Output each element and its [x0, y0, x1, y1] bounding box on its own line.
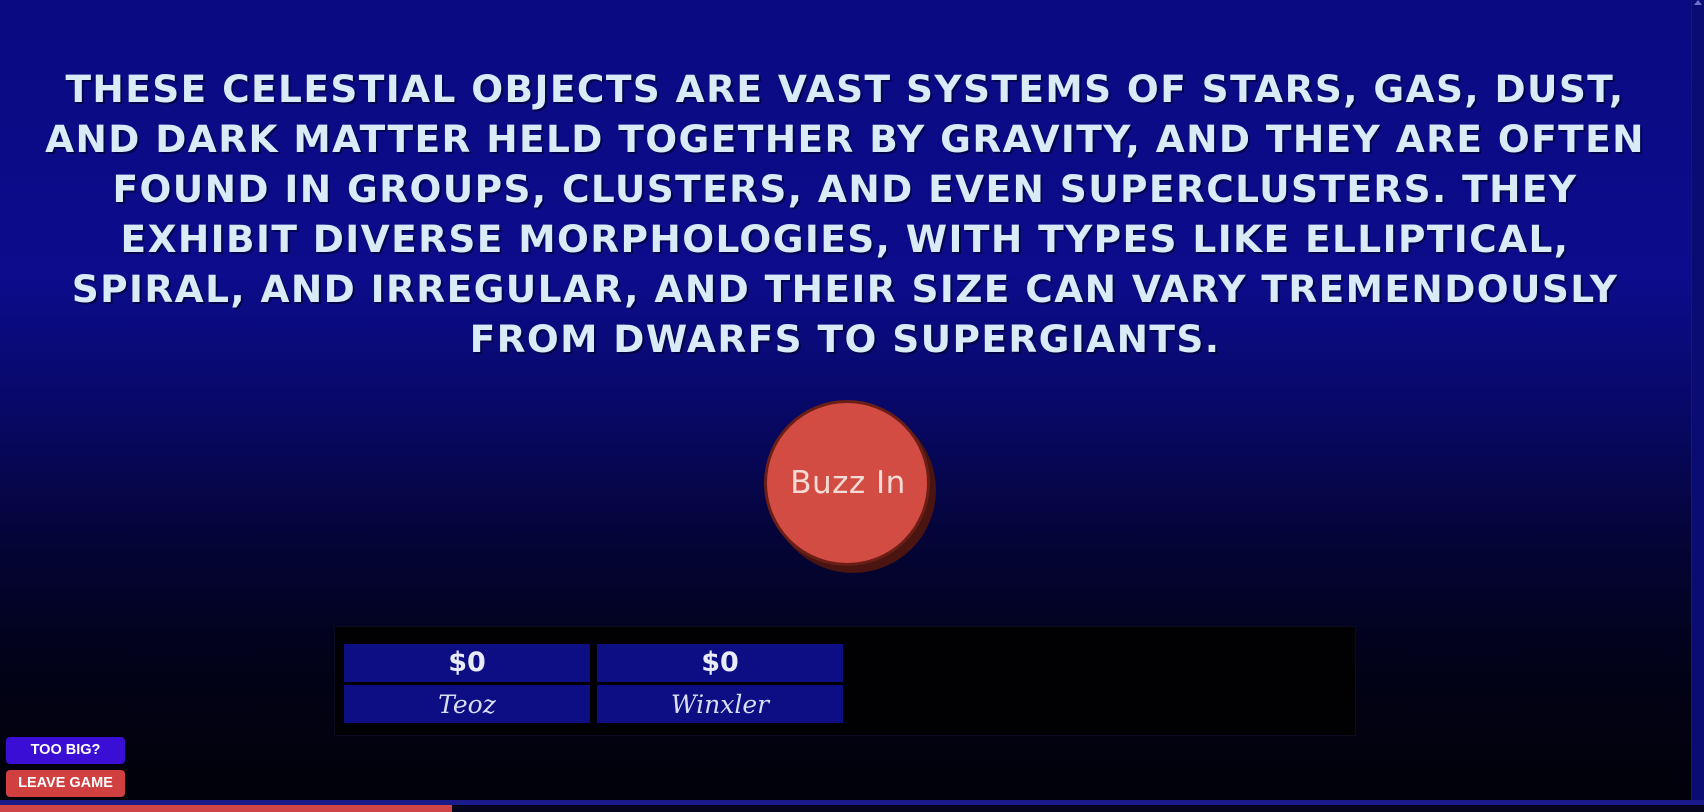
- clue-text: These celestial objects are vast systems…: [45, 67, 1645, 361]
- scrollbar[interactable]: [1691, 0, 1704, 800]
- game-screen: These celestial objects are vast systems…: [0, 0, 1704, 812]
- too-big-button[interactable]: TOO BIG?: [6, 737, 125, 764]
- scoreboard: $0 Teoz $0 Winxler: [334, 626, 1356, 736]
- player-name: Winxler: [597, 685, 843, 723]
- buzz-in-button[interactable]: Buzz In: [764, 400, 930, 566]
- leave-game-button[interactable]: LEAVE GAME: [6, 770, 125, 797]
- timer-bar-fill: [0, 805, 452, 812]
- buzz-in-label: Buzz In: [790, 465, 906, 501]
- player-score: $0: [597, 644, 843, 682]
- player-name: Teoz: [344, 685, 590, 723]
- player-card: $0 Winxler: [597, 644, 843, 724]
- player-card: $0 Teoz: [344, 644, 590, 724]
- scroll-up-arrow-icon[interactable]: [1694, 0, 1702, 5]
- player-score: $0: [344, 644, 590, 682]
